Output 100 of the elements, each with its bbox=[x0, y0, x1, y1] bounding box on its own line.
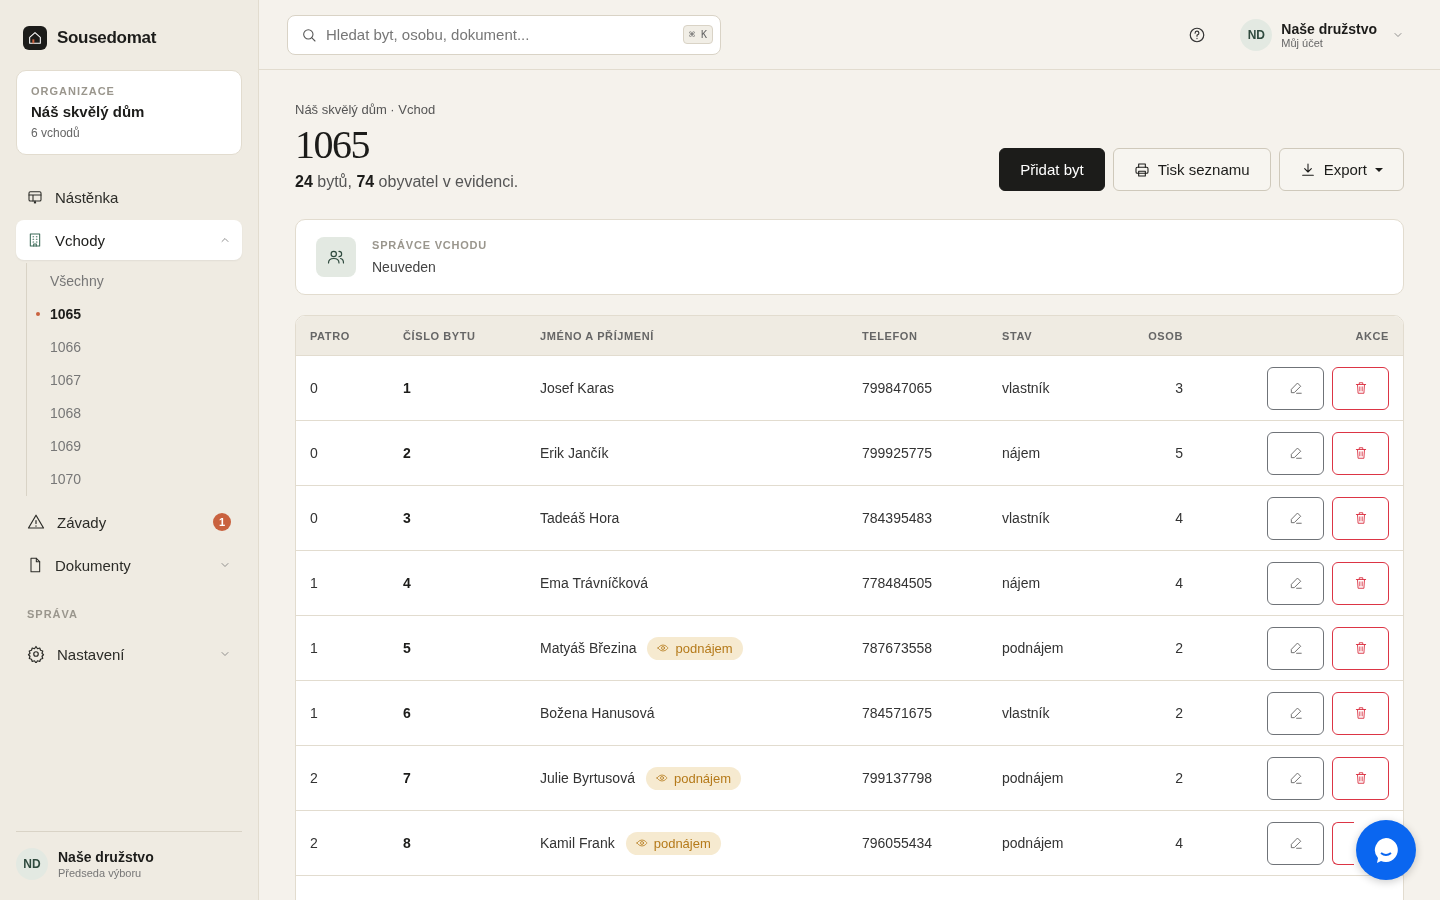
table-cell-text: 4 bbox=[1174, 835, 1183, 851]
trash-icon bbox=[1353, 446, 1368, 460]
column-header: JMÉNO A PŘÍJMENÍ bbox=[540, 329, 655, 342]
nav-subitem[interactable]: 1069 bbox=[27, 429, 242, 462]
column-header: PATRO bbox=[310, 329, 351, 342]
count-badge: 1 bbox=[213, 513, 231, 531]
table-cell-text: vlastník bbox=[1002, 705, 1051, 721]
delete-button[interactable] bbox=[1332, 366, 1389, 410]
nav-item[interactable]: Vchody bbox=[16, 220, 242, 260]
settings-icon bbox=[27, 645, 45, 663]
table-cell-text: vlastník bbox=[1002, 380, 1051, 396]
trash-icon bbox=[1353, 771, 1368, 785]
edit-button[interactable] bbox=[1267, 626, 1324, 670]
trash-icon bbox=[1353, 576, 1368, 590]
nav-subitem[interactable]: 1066 bbox=[27, 330, 242, 363]
brand-name: Sousedomat bbox=[57, 28, 157, 48]
table-cell-text: podnájem bbox=[1002, 770, 1065, 786]
user-name: Naše družstvo bbox=[58, 849, 154, 865]
table-cell-text: 2 bbox=[1174, 770, 1183, 786]
delete-button[interactable] bbox=[1332, 626, 1389, 670]
export-button[interactable]: Export bbox=[1278, 148, 1404, 191]
table-cell-text: podnájem bbox=[1002, 835, 1065, 851]
table-cell: Božena Hanusová bbox=[540, 705, 655, 721]
sublease-tag: podnájem bbox=[647, 636, 743, 660]
delete-button[interactable] bbox=[1332, 561, 1389, 605]
avatar[interactable]: ND bbox=[16, 848, 48, 880]
nav-item[interactable]: Závady 1 bbox=[16, 502, 242, 542]
table-cell-text: 2 bbox=[403, 445, 412, 461]
nav-subitem[interactable]: Všechny bbox=[27, 264, 242, 297]
pencil-icon bbox=[1288, 836, 1303, 850]
table-cell-text: 0 bbox=[310, 380, 319, 396]
eye-icon bbox=[635, 837, 648, 849]
trash-icon bbox=[1353, 641, 1368, 655]
delete-button[interactable] bbox=[1332, 756, 1389, 800]
delete-button[interactable] bbox=[1332, 496, 1389, 540]
card-label: ORGANIZACE bbox=[31, 85, 116, 97]
delete-button[interactable] bbox=[1332, 821, 1354, 865]
table-cell-text: 2 bbox=[310, 770, 319, 786]
edit-button[interactable] bbox=[1267, 691, 1324, 735]
download-icon bbox=[1299, 161, 1316, 178]
pencil-icon bbox=[1288, 641, 1303, 655]
nav-subitem[interactable]: 1068 bbox=[27, 396, 242, 429]
table-cell-text: 4 bbox=[1174, 510, 1183, 526]
pencil-icon bbox=[1288, 446, 1303, 460]
trash-icon bbox=[1353, 511, 1368, 525]
table-cell: Ema Trávníčková bbox=[540, 575, 649, 591]
print-button[interactable]: Tisk seznamu bbox=[1112, 148, 1271, 191]
account-name[interactable]: Naše družstvo bbox=[1281, 20, 1377, 37]
table-cell: Julie Byrtusová bbox=[540, 770, 635, 786]
organization-detail: 6 vchodů bbox=[31, 126, 81, 140]
table-cell-text: 7 bbox=[403, 770, 412, 786]
delete-button[interactable] bbox=[1332, 691, 1389, 735]
user-role: Předseda výboru bbox=[58, 867, 143, 879]
account-subtitle: Můj účet bbox=[1281, 36, 1324, 49]
table-cell-text: nájem bbox=[1002, 445, 1042, 461]
table-cell: Kamil Frank bbox=[540, 835, 615, 851]
nav-subitem[interactable]: 1065 bbox=[27, 297, 242, 330]
edit-button[interactable] bbox=[1267, 366, 1324, 410]
pencil-icon bbox=[1288, 771, 1303, 785]
trash-icon bbox=[1353, 381, 1368, 395]
organization-card[interactable]: ORGANIZACE Náš skvělý dům 6 vchodů bbox=[16, 70, 242, 155]
table-cell-text: 787673558 bbox=[862, 640, 934, 656]
avatar[interactable]: ND bbox=[1240, 18, 1273, 51]
table-cell-text: podnájem bbox=[1002, 640, 1065, 656]
nav-subitem[interactable]: 1067 bbox=[27, 363, 242, 396]
edit-button[interactable] bbox=[1267, 431, 1324, 475]
page-title: 1065 bbox=[295, 123, 369, 167]
nav-item[interactable]: Nastavení bbox=[16, 634, 242, 674]
nav-subitem[interactable]: 1070 bbox=[27, 462, 242, 495]
table-cell-text: 8 bbox=[403, 835, 412, 851]
nav-item[interactable]: Nástěnka bbox=[16, 177, 242, 217]
table-cell-text: 0 bbox=[310, 445, 319, 461]
delete-button[interactable] bbox=[1332, 431, 1389, 475]
table-cell-text: 3 bbox=[403, 510, 412, 526]
table-cell-text: 4 bbox=[403, 575, 412, 591]
pencil-icon bbox=[1288, 706, 1303, 720]
table-cell: Tadeáš Hora bbox=[540, 510, 620, 526]
edit-button[interactable] bbox=[1267, 496, 1324, 540]
building-icon bbox=[27, 232, 43, 248]
help-button[interactable] bbox=[1188, 25, 1207, 44]
add-button[interactable]: Přidat byt bbox=[999, 148, 1105, 191]
nav-item[interactable]: Dokumenty bbox=[16, 545, 242, 585]
pencil-icon bbox=[1288, 381, 1303, 395]
table-cell: Erik Jančík bbox=[540, 445, 609, 461]
warning-icon bbox=[27, 513, 45, 531]
table-cell-text: vlastník bbox=[1002, 510, 1051, 526]
eye-icon bbox=[655, 772, 668, 784]
search-icon bbox=[301, 26, 317, 43]
summary-text: 24 bytů, 74 obyvatel v evidenci. bbox=[295, 173, 519, 191]
edit-button[interactable] bbox=[1267, 756, 1324, 800]
table-cell: Matyáš Březina bbox=[540, 640, 637, 656]
edit-button[interactable] bbox=[1267, 821, 1324, 865]
table-cell-text: 784571675 bbox=[862, 705, 934, 721]
edit-button[interactable] bbox=[1267, 561, 1324, 605]
table-cell-text: 5 bbox=[403, 640, 412, 656]
table-cell-text: 784395483 bbox=[862, 510, 934, 526]
table-cell-text: 1 bbox=[403, 380, 412, 396]
document-icon bbox=[27, 556, 43, 574]
table-cell-text: 1 bbox=[310, 640, 319, 656]
pencil-icon bbox=[1288, 511, 1303, 525]
